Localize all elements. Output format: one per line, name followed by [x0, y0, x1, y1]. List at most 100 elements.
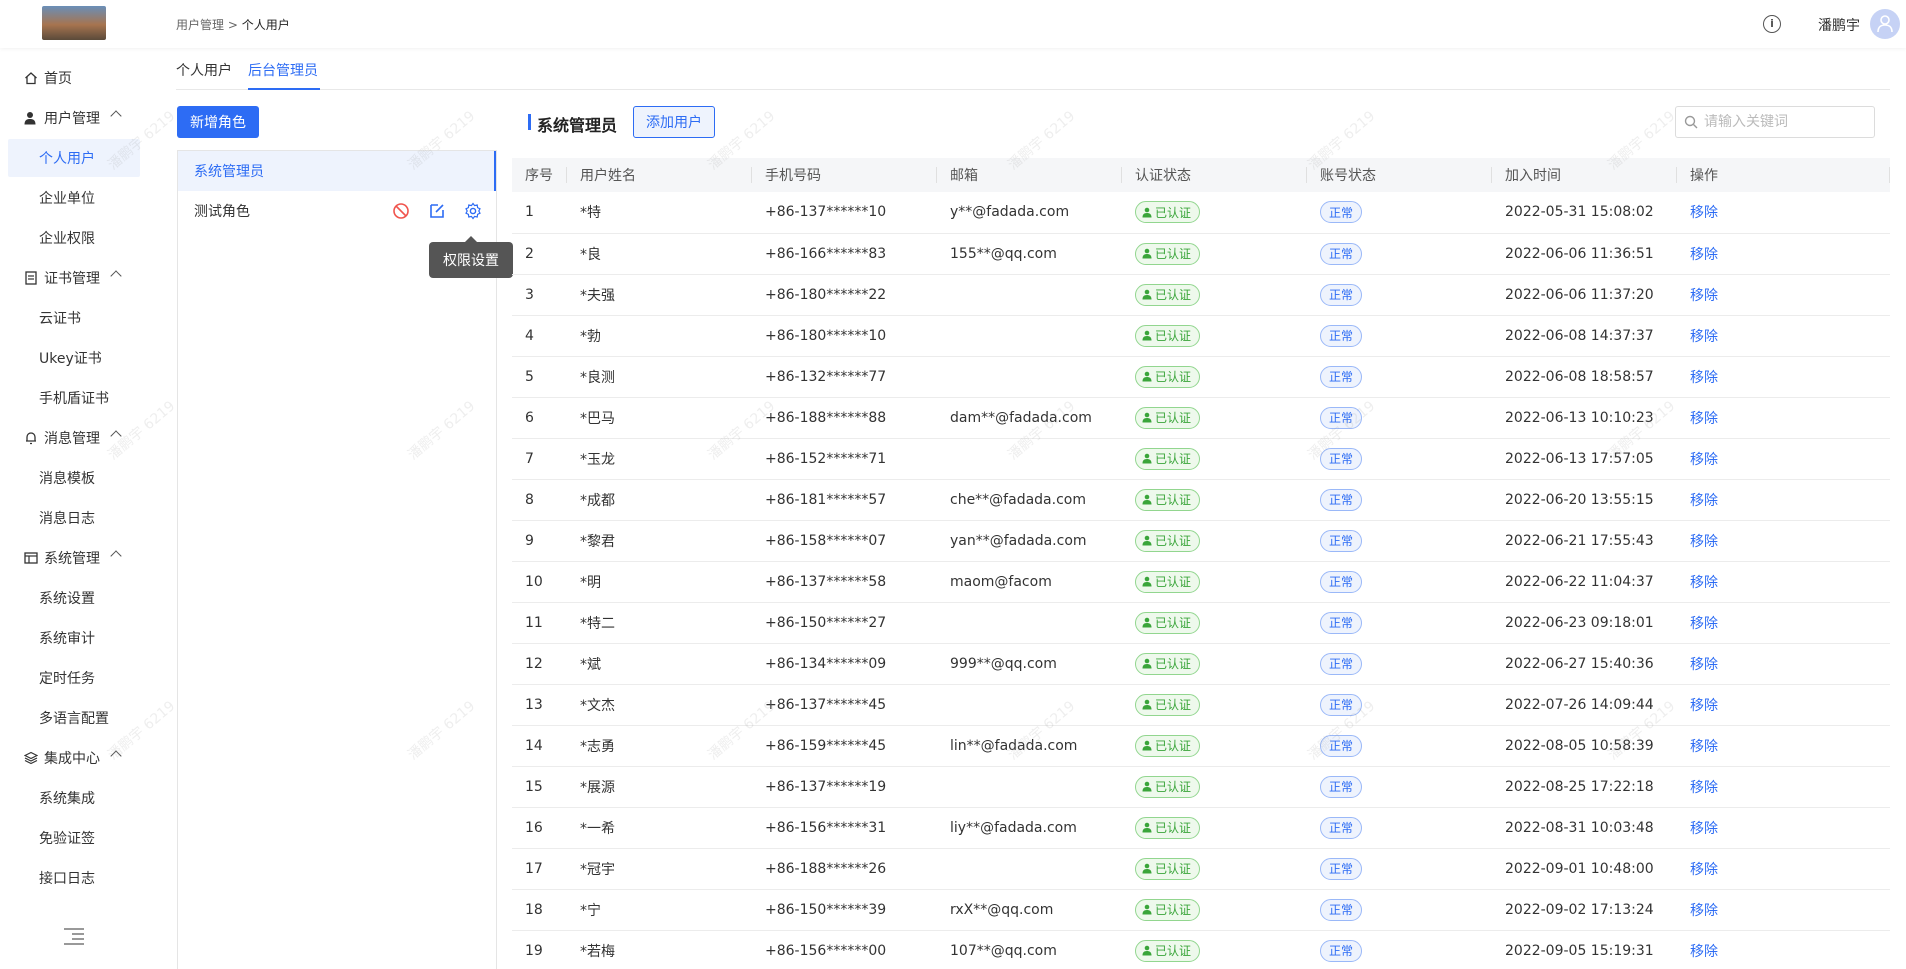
- breadcrumb-parent[interactable]: 用户管理: [176, 18, 224, 32]
- sidebar-item-4[interactable]: 企业权限: [8, 219, 140, 257]
- remove-link[interactable]: 移除: [1690, 575, 1718, 591]
- collapse-sidebar-icon[interactable]: [64, 928, 84, 945]
- logo[interactable]: [42, 6, 106, 40]
- sidebar-item-3[interactable]: 企业单位: [8, 179, 140, 217]
- account-status-cell: 正常: [1307, 807, 1492, 848]
- action-cell: 移除: [1677, 766, 1890, 807]
- sidebar-item-11[interactable]: 消息日志: [8, 499, 140, 537]
- cert-status-cell: 已认证: [1122, 848, 1307, 889]
- sidebar-item-17[interactable]: 集成中心: [8, 739, 140, 777]
- row-index: 16: [525, 819, 543, 836]
- sidebar-item-1[interactable]: 用户管理: [8, 99, 140, 137]
- remove-link[interactable]: 移除: [1690, 616, 1718, 632]
- remove-link[interactable]: 移除: [1690, 493, 1718, 509]
- remove-link[interactable]: 移除: [1690, 329, 1718, 345]
- remove-link[interactable]: 移除: [1690, 370, 1718, 386]
- phone-cell: +86-181******57: [765, 491, 887, 508]
- sidebar-item-8[interactable]: 手机盾证书: [8, 379, 140, 417]
- column-header: 序号: [512, 158, 567, 192]
- remove-link[interactable]: 移除: [1690, 411, 1718, 427]
- active-tab-indicator: [248, 88, 320, 90]
- verified-user-icon: [1142, 453, 1152, 464]
- add-user-button[interactable]: 添加用户: [633, 106, 715, 138]
- remove-link[interactable]: 移除: [1690, 944, 1718, 960]
- cert-status-cell: 已认证: [1122, 602, 1307, 643]
- account-status-badge: 正常: [1320, 775, 1363, 798]
- sidebar-item-20[interactable]: 接口日志: [8, 859, 140, 897]
- account-status-cell: 正常: [1307, 397, 1492, 438]
- cert-status-badge: 已认证: [1135, 939, 1201, 962]
- remove-link[interactable]: 移除: [1690, 288, 1718, 304]
- sidebar-item-15[interactable]: 定时任务: [8, 659, 140, 697]
- cert-status-cell: 已认证: [1122, 643, 1307, 684]
- remove-link[interactable]: 移除: [1690, 739, 1718, 755]
- phone-cell: +86-150******27: [765, 614, 887, 631]
- row-index: 7: [525, 450, 534, 467]
- row-index: 4: [525, 327, 534, 344]
- user-name-cell: *文杰: [580, 697, 615, 714]
- sidebar-item-14[interactable]: 系统审计: [8, 619, 140, 657]
- sidebar-item-label: 企业单位: [39, 191, 95, 207]
- remove-link[interactable]: 移除: [1690, 247, 1718, 263]
- disable-icon[interactable]: [392, 202, 410, 220]
- role-item-test[interactable]: 测试角色: [178, 191, 496, 231]
- user-icon: [24, 112, 36, 125]
- tab-admins[interactable]: 后台管理员: [248, 60, 318, 80]
- remove-link[interactable]: 移除: [1690, 452, 1718, 468]
- remove-link[interactable]: 移除: [1690, 698, 1718, 714]
- sidebar-item-19[interactable]: 免验证签: [8, 819, 140, 857]
- sidebar-item-6[interactable]: 云证书: [8, 299, 140, 337]
- verified-user-icon: [1142, 904, 1152, 915]
- remove-link[interactable]: 移除: [1690, 657, 1718, 673]
- email-cell: rxX**@qq.com: [950, 901, 1054, 918]
- chevron-up-icon: [110, 430, 122, 442]
- sidebar-item-5[interactable]: 证书管理: [8, 259, 140, 297]
- remove-link[interactable]: 移除: [1690, 780, 1718, 796]
- table-row: 13 *文杰 +86-137******45 已认证 正常 2022-07-26 14:0…: [512, 684, 1890, 725]
- row-index: 9: [525, 532, 534, 549]
- search-box[interactable]: [1675, 106, 1875, 138]
- sidebar-item-10[interactable]: 消息模板: [8, 459, 140, 497]
- gear-icon[interactable]: [464, 202, 482, 220]
- user-name[interactable]: 潘鹏宇: [1818, 15, 1860, 35]
- user-name-cell: *勃: [580, 328, 601, 345]
- info-icon[interactable]: i: [1763, 15, 1781, 33]
- cert-status-badge: 已认证: [1135, 529, 1201, 552]
- remove-link[interactable]: 移除: [1690, 205, 1718, 221]
- add-role-button[interactable]: 新增角色: [177, 106, 259, 138]
- cert-status-cell: 已认证: [1122, 807, 1307, 848]
- action-cell: 移除: [1677, 479, 1890, 520]
- search-input[interactable]: [1704, 114, 1864, 130]
- sidebar-item-2[interactable]: 个人用户: [8, 139, 140, 177]
- sidebar-item-12[interactable]: 系统管理: [8, 539, 140, 577]
- sidebar-item-label: 集成中心: [44, 751, 100, 767]
- cert-status-badge: 已认证: [1135, 406, 1201, 429]
- sidebar-item-label: 云证书: [39, 311, 81, 327]
- row-index: 8: [525, 491, 534, 508]
- account-status-badge: 正常: [1320, 365, 1363, 388]
- avatar[interactable]: [1870, 9, 1900, 39]
- sidebar-item-13[interactable]: 系统设置: [8, 579, 140, 617]
- sidebar-item-7[interactable]: Ukey证书: [8, 339, 140, 377]
- sidebar-item-18[interactable]: 系统集成: [8, 779, 140, 817]
- user-name-cell: *玉龙: [580, 451, 615, 468]
- cert-status-badge: 已认证: [1135, 775, 1201, 798]
- remove-link[interactable]: 移除: [1690, 903, 1718, 919]
- remove-link[interactable]: 移除: [1690, 534, 1718, 550]
- sidebar-item-0[interactable]: 首页: [8, 59, 140, 97]
- join-time-cell: 2022-06-21 17:55:43: [1505, 532, 1654, 549]
- tab-personal-users[interactable]: 个人用户: [176, 60, 232, 80]
- verified-user-icon: [1142, 248, 1152, 259]
- role-item-system-admin[interactable]: 系统管理员: [178, 151, 496, 191]
- remove-link[interactable]: 移除: [1690, 821, 1718, 837]
- table-row: 3 *夫强 +86-180******22 已认证 正常 2022-06-06 11:37…: [512, 274, 1890, 315]
- sidebar-item-9[interactable]: 消息管理: [8, 419, 140, 457]
- breadcrumb: 用户管理 > 个人用户: [176, 16, 290, 33]
- sidebar-item-16[interactable]: 多语言配置: [8, 699, 140, 737]
- edit-icon[interactable]: [428, 202, 446, 220]
- join-time-cell: 2022-09-02 17:13:24: [1505, 901, 1654, 918]
- email-cell: [937, 315, 1122, 356]
- join-time-cell: 2022-07-26 14:09:44: [1505, 696, 1654, 713]
- user-name-cell: *巴马: [580, 410, 615, 427]
- remove-link[interactable]: 移除: [1690, 862, 1718, 878]
